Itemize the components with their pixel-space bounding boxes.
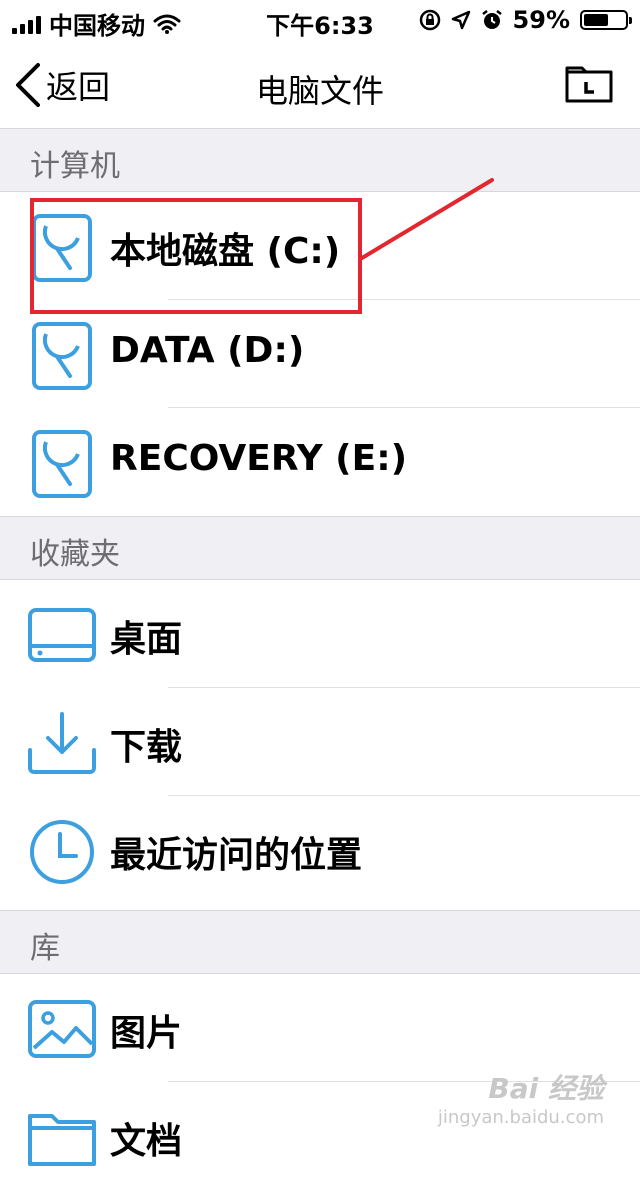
list-item-disk-e[interactable]: RECOVERY (E:) xyxy=(0,408,640,516)
battery-icon xyxy=(580,10,632,30)
section-title: 计算机 xyxy=(30,149,120,184)
list-item-label: RECOVERY (E:) xyxy=(110,438,408,479)
folder-button[interactable] xyxy=(564,62,614,108)
list-item-label: 下载 xyxy=(110,727,183,768)
list-item-label: 文档 xyxy=(110,1121,183,1162)
battery-percent: 59% xyxy=(512,6,570,34)
section-title: 收藏夹 xyxy=(30,537,120,572)
list-item-disk-c[interactable]: 本地磁盘 (C:) xyxy=(0,192,640,300)
list-item-recent[interactable]: 最近访问的位置 xyxy=(0,796,640,904)
desktop-icon xyxy=(28,608,96,662)
image-icon xyxy=(28,1000,96,1058)
list-item-label: 本地磁盘 (C:) xyxy=(110,231,341,272)
watermark-brand: Bai 经验 xyxy=(488,1072,604,1105)
folder-icon xyxy=(565,66,613,103)
list-item-label: DATA (D:) xyxy=(110,330,305,371)
download-icon xyxy=(28,712,96,774)
list-item-label: 图片 xyxy=(110,1013,183,1054)
disk-icon xyxy=(32,430,92,498)
list-item-label: 最近访问的位置 xyxy=(110,835,363,876)
status-right: 59% xyxy=(419,6,632,34)
disk-icon xyxy=(32,322,92,390)
page-title: 电脑文件 xyxy=(255,72,384,110)
section-header-library: 库 xyxy=(0,910,640,974)
list-item-label: 桌面 xyxy=(110,619,183,660)
status-bar: 中国移动 下午6:33 59% xyxy=(0,0,640,40)
section-header-computer: 计算机 xyxy=(0,128,640,192)
section-title: 库 xyxy=(30,931,60,966)
navigation-bar: 返回 电脑文件 xyxy=(0,40,640,128)
section-header-favorites: 收藏夹 xyxy=(0,516,640,580)
clock-icon xyxy=(30,820,94,884)
list-item-disk-d[interactable]: DATA (D:) xyxy=(0,300,640,408)
alarm-icon xyxy=(481,10,502,29)
battery-fill xyxy=(584,14,608,26)
list-item-desktop[interactable]: 桌面 xyxy=(0,580,640,688)
location-icon xyxy=(451,10,470,30)
watermark: Bai 经验 jingyan.baidu.com xyxy=(438,1067,604,1128)
list-item-downloads[interactable]: 下载 xyxy=(0,688,640,796)
disk-icon xyxy=(32,214,92,282)
rotation-lock-icon xyxy=(419,9,440,31)
folder-icon xyxy=(28,1114,96,1166)
watermark-url: jingyan.baidu.com xyxy=(437,1107,604,1128)
list-item-pictures[interactable]: 图片 xyxy=(0,974,640,1082)
